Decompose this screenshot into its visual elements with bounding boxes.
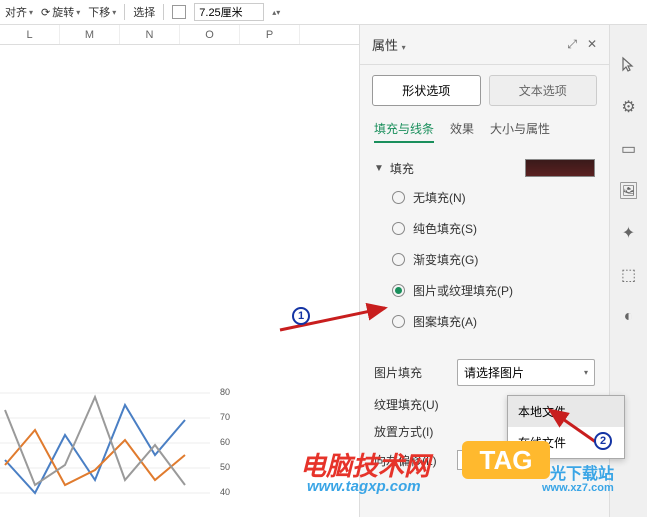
picture-source-dropdown: 本地文件 在线文件 [507, 395, 625, 459]
col-header[interactable]: O [180, 25, 240, 44]
callout-marker-2: 2 [594, 432, 612, 450]
top-toolbar: 对齐▾ ⟳旋转▾ 下移▾ 选择 ▴▾ [0, 0, 647, 25]
close-icon[interactable]: ✕ [587, 37, 597, 52]
select-tool[interactable]: 选择 [133, 4, 155, 20]
placement-label: 放置方式(I) [374, 423, 449, 440]
collapse-triangle-icon: ▼ [374, 163, 384, 174]
line-chart[interactable]: 80 70 60 50 40 [0, 385, 240, 515]
picfill-label: 图片填充 [374, 364, 449, 381]
offset-left-label: 向左偏移(L) [374, 452, 449, 469]
radio-solid-fill[interactable]: 纯色填充(S) [392, 220, 595, 237]
chevron-down-icon: ▾ [584, 368, 588, 377]
image-icon[interactable]: 🖼 [619, 181, 639, 201]
col-header[interactable]: N [120, 25, 180, 44]
subtab-fill-line[interactable]: 填充与线条 [374, 120, 434, 143]
tool-icon[interactable]: ⬚ [619, 265, 639, 285]
spinner-icon[interactable]: ▴▾ [272, 8, 280, 17]
rotate-icon: ⟳ [41, 6, 50, 19]
texfill-label: 纹理填充(U) [374, 396, 449, 413]
pin-icon[interactable]: ⤢ [567, 37, 577, 52]
svg-text:60: 60 [220, 437, 230, 447]
fill-section-header[interactable]: ▼ 填充 [374, 159, 595, 177]
rotate-dropdown[interactable]: ⟳旋转▾ [41, 4, 80, 20]
callout-marker-1: 1 [292, 307, 310, 325]
col-header[interactable]: M [60, 25, 120, 44]
fill-swatch[interactable] [172, 5, 186, 19]
sparkle-icon[interactable]: ✦ [619, 223, 639, 243]
col-header[interactable]: L [0, 25, 60, 44]
layers-icon[interactable]: ▭ [619, 139, 639, 159]
movedown-dropdown[interactable]: 下移▾ [88, 4, 116, 20]
chevron-down-icon[interactable]: ▾ [402, 43, 406, 52]
svg-text:70: 70 [220, 412, 230, 422]
column-headers: L M N O P [0, 25, 359, 45]
clip-icon[interactable]: ◐ [619, 307, 639, 327]
svg-text:80: 80 [220, 387, 230, 397]
radio-pattern-fill[interactable]: 图案填充(A) [392, 313, 595, 330]
tab-shape-options[interactable]: 形状选项 [372, 75, 481, 106]
radio-gradient-fill[interactable]: 渐变填充(G) [392, 251, 595, 268]
chevron-down-icon: ▾ [76, 8, 80, 17]
spreadsheet-area[interactable]: L M N O P 80 70 60 50 40 [0, 25, 359, 517]
subtab-effect[interactable]: 效果 [450, 120, 474, 143]
dropdown-item-local-file[interactable]: 本地文件 [508, 396, 624, 427]
picture-select[interactable]: 请选择图片▾ [457, 359, 595, 386]
radio-picture-fill[interactable]: 图片或纹理填充(P) [392, 282, 595, 299]
svg-text:50: 50 [220, 462, 230, 472]
chevron-down-icon: ▾ [112, 8, 116, 17]
svg-text:40: 40 [220, 487, 230, 497]
align-dropdown[interactable]: 对齐▾ [5, 4, 33, 20]
separator [163, 4, 164, 20]
settings-icon[interactable]: ⚙ [619, 97, 639, 117]
fill-preview-swatch[interactable] [525, 159, 595, 177]
col-header[interactable]: P [240, 25, 300, 44]
radio-no-fill[interactable]: 无填充(N) [392, 189, 595, 206]
size-input[interactable] [194, 3, 264, 21]
cursor-icon[interactable] [619, 55, 639, 75]
tab-text-options[interactable]: 文本选项 [489, 75, 598, 106]
chevron-down-icon: ▾ [29, 8, 33, 17]
subtab-size-props[interactable]: 大小与属性 [490, 120, 550, 143]
panel-title: 属性 ▾ [372, 35, 406, 54]
separator [124, 4, 125, 20]
